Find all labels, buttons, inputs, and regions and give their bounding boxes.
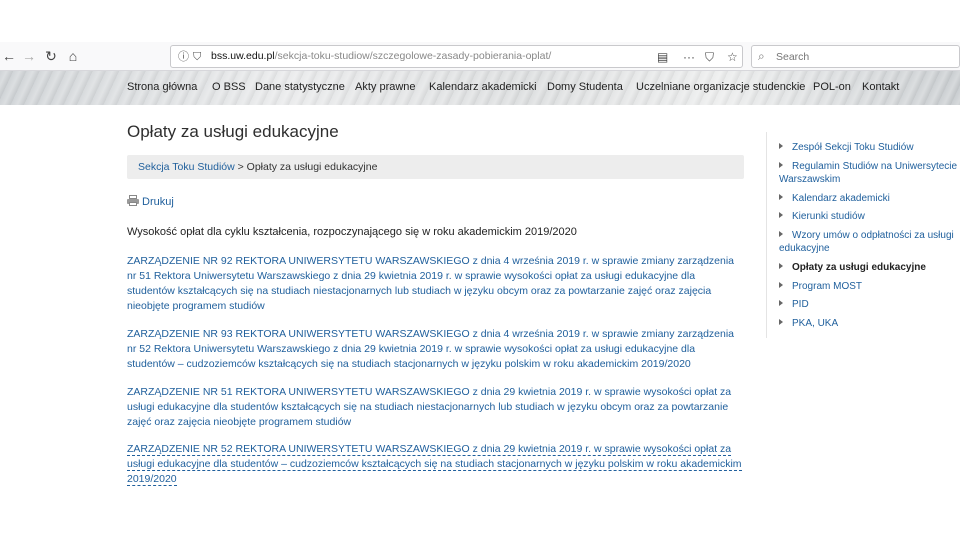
triangle-bullet-icon — [779, 212, 783, 218]
sidebar-item-label: Kalendarz akademicki — [792, 193, 890, 204]
sidebar-item-label: Opłaty za usługi edukacyjne — [792, 262, 926, 273]
page-actions-icon[interactable]: ··· — [683, 49, 695, 65]
search-bar[interactable]: ⌕ — [751, 45, 960, 68]
forward-icon[interactable]: → — [20, 47, 38, 65]
sidebar-item-calendar[interactable]: Kalendarz akademicki — [779, 192, 959, 205]
sidebar-item-label: PID — [792, 299, 809, 310]
site-nav: Strona główna O BSS Dane statystyczne Ak… — [0, 71, 960, 105]
triangle-bullet-icon — [779, 263, 783, 269]
url-bar[interactable]: ⓘ ⛉ bss.uw.edu.pl/sekcja-toku-studiow/sz… — [170, 45, 743, 68]
search-icon: ⌕ — [758, 49, 765, 63]
nav-item-legal-acts[interactable]: Akty prawne — [355, 81, 416, 93]
nav-item-student-organizations[interactable]: Uczelniane organizacje studenckie — [636, 81, 805, 93]
reload-icon[interactable]: ↻ — [42, 47, 60, 65]
regulation-link-4-text: ZARZĄDZENIE NR 52 REKTORA UNIWERSYTETU W… — [127, 443, 742, 486]
triangle-bullet-icon — [779, 319, 783, 325]
url-host: bss.uw.edu.pl — [211, 50, 275, 62]
sidebar-item-label: Zespół Sekcji Toku Studiów — [792, 142, 914, 153]
back-icon[interactable]: ← — [0, 47, 18, 65]
url-text[interactable]: bss.uw.edu.pl/sekcja-toku-studiow/szczeg… — [211, 50, 551, 62]
reader-view-icon[interactable]: ▤ — [657, 49, 668, 65]
browser-toolbar: ← → ↻ ⌂ ⓘ ⛉ bss.uw.edu.pl/sekcja-toku-st… — [0, 42, 960, 71]
breadcrumb-parent-link[interactable]: Sekcja Toku Studiów — [138, 161, 235, 173]
regulation-link-3[interactable]: ZARZĄDZENIE NR 51 REKTORA UNIWERSYTETU W… — [127, 385, 744, 430]
regulation-link-2[interactable]: ZARZĄDZENIE NR 93 REKTORA UNIWERSYTETU W… — [127, 327, 744, 372]
breadcrumb-current: Opłaty za usługi edukacyjne — [246, 161, 378, 173]
sidebar-item-regulations[interactable]: Regulamin Studiów na Uniwersytecie Warsz… — [779, 160, 959, 186]
url-path: /sekcja-toku-studiow/szczegolowe-zasady-… — [274, 50, 552, 62]
sidebar-item-most[interactable]: Program MOST — [779, 280, 959, 293]
triangle-bullet-icon — [779, 231, 783, 237]
triangle-bullet-icon — [779, 143, 783, 149]
intro-text: Wysokość opłat dla cyklu kształcenia, ro… — [127, 226, 577, 238]
triangle-bullet-icon — [779, 300, 783, 306]
sidebar-item-fields-of-study[interactable]: Kierunki studiów — [779, 210, 959, 223]
sidebar-item-label: PKA, UKA — [792, 318, 839, 329]
print-label: Drukuj — [142, 196, 174, 208]
triangle-bullet-icon — [779, 162, 783, 168]
sidebar-item-label: Program MOST — [792, 281, 863, 292]
nav-item-contact[interactable]: Kontakt — [862, 81, 899, 93]
regulation-link-4[interactable]: ZARZĄDZENIE NR 52 REKTORA UNIWERSYTETU W… — [127, 442, 744, 487]
pocket-icon[interactable]: ⛉ — [705, 49, 714, 65]
sidebar-item-pid[interactable]: PID — [779, 298, 959, 311]
sidebar-item-label: Wzory umów o odpłatności za usługi eduka… — [779, 230, 954, 254]
triangle-bullet-icon — [779, 282, 783, 288]
sidebar-item-contract-templates[interactable]: Wzory umów o odpłatności za usługi eduka… — [779, 229, 959, 255]
nav-item-about[interactable]: O BSS — [212, 81, 246, 93]
sidebar-menu: Zespół Sekcji Toku Studiów Regulamin Stu… — [766, 132, 960, 338]
home-icon[interactable]: ⌂ — [64, 47, 82, 65]
sidebar-item-team[interactable]: Zespół Sekcji Toku Studiów — [779, 141, 959, 154]
breadcrumb: Sekcja Toku Studiów > Opłaty za usługi e… — [127, 155, 744, 179]
nav-item-home[interactable]: Strona główna — [127, 81, 197, 93]
breadcrumb-separator: > — [234, 161, 247, 173]
sidebar-item-label: Regulamin Studiów na Uniwersytecie Warsz… — [779, 161, 958, 185]
shield-icon[interactable]: ⛉ — [193, 49, 201, 65]
triangle-bullet-icon — [779, 194, 783, 200]
sidebar-item-fees[interactable]: Opłaty za usługi edukacyjne — [779, 261, 959, 274]
sidebar-item-pka-uka[interactable]: PKA, UKA — [779, 317, 959, 330]
regulation-link-1[interactable]: ZARZĄDZENIE NR 92 REKTORA UNIWERSYTETU W… — [127, 254, 744, 314]
search-input[interactable] — [776, 48, 951, 65]
nav-item-calendar[interactable]: Kalendarz akademicki — [429, 81, 537, 93]
print-link[interactable]: Drukuj — [127, 195, 174, 208]
nav-item-polon[interactable]: POL-on — [813, 81, 851, 93]
sidebar-item-label: Kierunki studiów — [792, 211, 865, 222]
nav-item-dormitories[interactable]: Domy Studenta — [547, 81, 623, 93]
info-icon[interactable]: ⓘ — [178, 49, 189, 65]
nav-item-statistics[interactable]: Dane statystyczne — [255, 81, 345, 93]
bookmark-star-icon[interactable]: ☆ — [727, 49, 738, 65]
page-title: Opłaty za usługi edukacyjne — [127, 122, 339, 141]
printer-icon — [127, 195, 139, 206]
